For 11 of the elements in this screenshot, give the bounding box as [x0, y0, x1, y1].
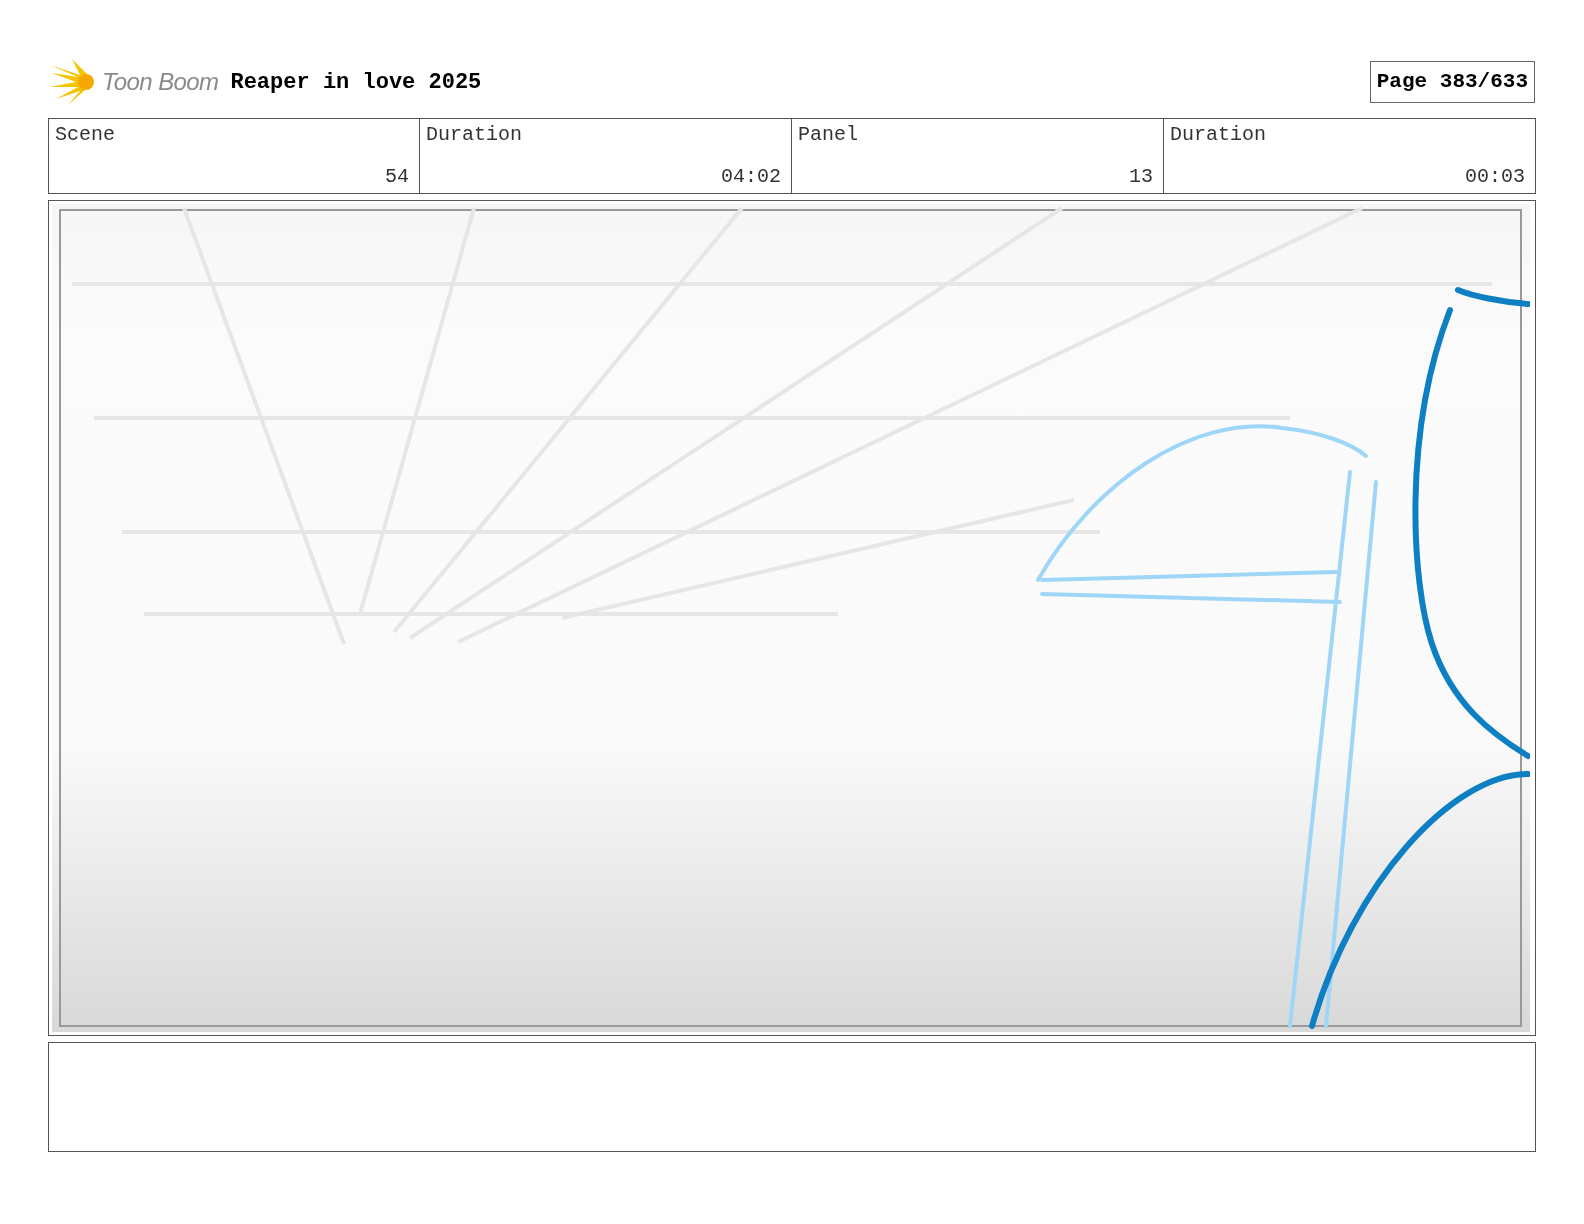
project-title: Reaper in love 2025	[230, 68, 482, 97]
field-label: Duration	[426, 125, 523, 145]
field-label: Panel	[798, 125, 859, 145]
field-value: 00:03	[1465, 167, 1525, 187]
field-value: 13	[1129, 167, 1153, 187]
field-label: Duration	[1170, 125, 1267, 145]
page-number: Page 383/633	[1369, 61, 1535, 103]
field-value: 04:02	[721, 167, 781, 187]
field-value: 54	[385, 167, 409, 187]
field-label: Scene	[55, 125, 116, 145]
logo-text: Toon Boom	[102, 67, 219, 97]
